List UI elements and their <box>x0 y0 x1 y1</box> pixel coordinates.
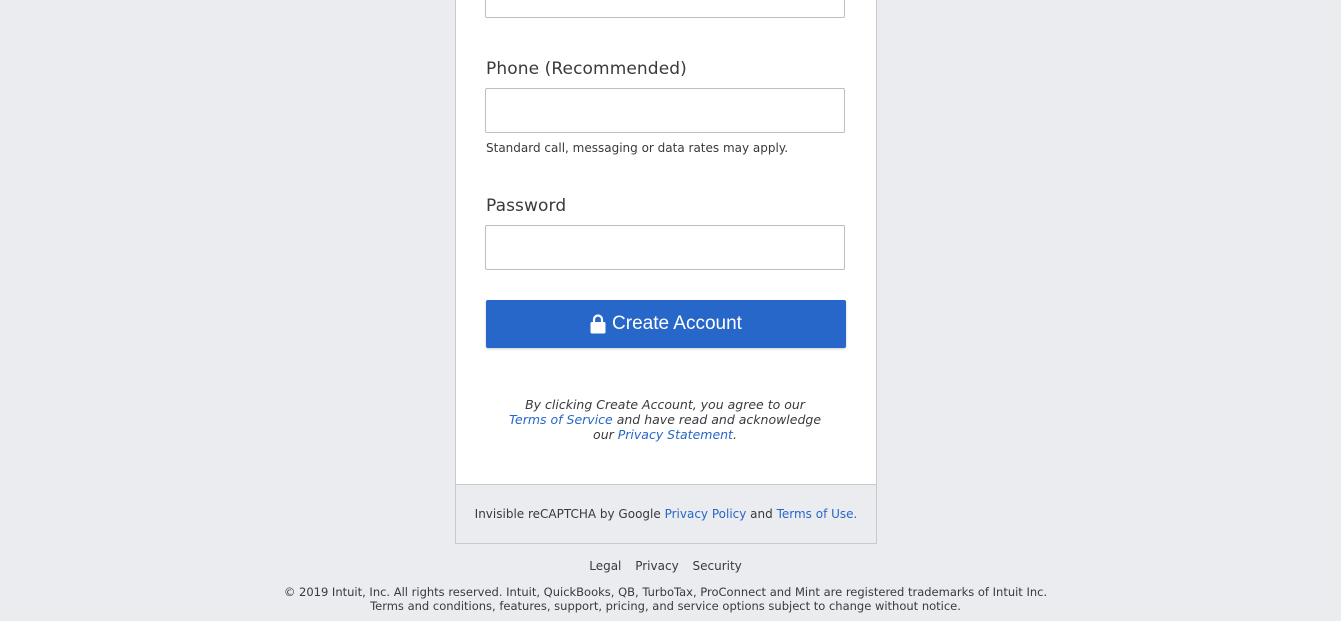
recaptcha-middle: and <box>746 507 777 521</box>
previous-field-input[interactable] <box>485 0 845 18</box>
recaptcha-terms-link[interactable]: Terms of Use. <box>777 507 858 521</box>
sign-up-page: Phone (Recommended) Standard call, messa… <box>0 0 1341 621</box>
footer-link-privacy[interactable]: Privacy <box>635 559 678 573</box>
recaptcha-privacy-link[interactable]: Privacy Policy <box>665 507 747 521</box>
password-label: Password <box>486 196 567 216</box>
footer-links: Legal Privacy Security <box>0 559 1331 573</box>
copyright-line-2: Terms and conditions, features, support,… <box>370 599 961 613</box>
password-input-box[interactable] <box>485 225 845 270</box>
copyright-line-1: © 2019 Intuit, Inc. All rights reserved.… <box>283 585 1048 599</box>
lock-icon <box>590 314 606 334</box>
phone-label: Phone (Recommended) <box>486 59 687 79</box>
phone-input-box[interactable] <box>485 88 845 133</box>
agreement-text: By clicking Create Account, you agree to… <box>505 397 825 442</box>
password-input[interactable] <box>486 226 844 269</box>
phone-input[interactable] <box>486 89 844 132</box>
footer-link-security[interactable]: Security <box>693 559 742 573</box>
footer-link-legal[interactable]: Legal <box>589 559 621 573</box>
copyright: © 2019 Intuit, Inc. All rights reserved.… <box>0 585 1331 613</box>
create-account-button[interactable]: Create Account <box>486 300 846 348</box>
recaptcha-notice: Invisible reCAPTCHA by Google Privacy Po… <box>455 484 877 544</box>
terms-of-service-link[interactable]: Terms of Service <box>509 412 613 427</box>
recaptcha-prefix: Invisible reCAPTCHA by Google <box>474 507 665 521</box>
agreement-prefix: By clicking Create Account, you agree to… <box>525 397 805 412</box>
phone-hint: Standard call, messaging or data rates m… <box>486 141 789 155</box>
agreement-suffix: . <box>732 427 737 442</box>
privacy-statement-link[interactable]: Privacy Statement <box>618 427 733 442</box>
create-account-label: Create Account <box>612 313 742 334</box>
previous-field[interactable] <box>486 0 844 17</box>
